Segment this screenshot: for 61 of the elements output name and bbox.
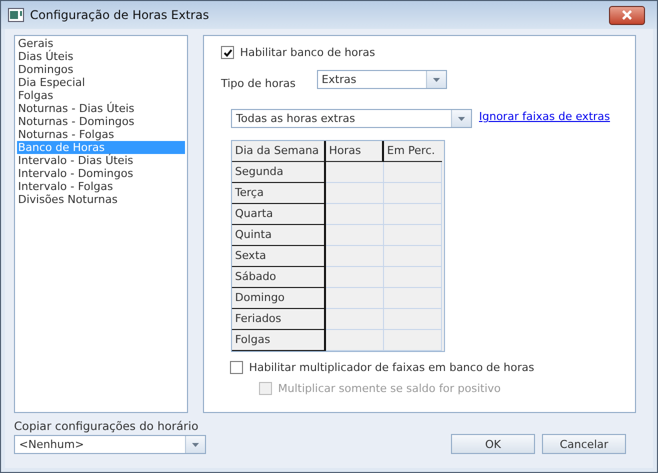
- table-cell[interactable]: [384, 225, 442, 246]
- table-cell[interactable]: [384, 162, 442, 183]
- list-item[interactable]: Intervalo - Domingos: [17, 167, 185, 180]
- row-header: Sexta: [232, 246, 326, 267]
- checkbox-label: Multiplicar somente se saldo for positivo: [278, 382, 501, 395]
- table-cell[interactable]: [384, 288, 442, 309]
- table-cell[interactable]: [326, 309, 384, 330]
- table-cell[interactable]: [326, 162, 384, 183]
- table-cell[interactable]: [326, 267, 384, 288]
- checkbox[interactable]: [221, 46, 234, 59]
- row-header: Quinta: [232, 225, 326, 246]
- table-cell[interactable]: [384, 246, 442, 267]
- dialog-button[interactable]: Cancelar: [542, 434, 626, 454]
- caret-icon: [432, 78, 440, 82]
- table-cell[interactable]: [326, 183, 384, 204]
- dropdown[interactable]: <Nenhum>: [14, 435, 206, 454]
- table-cell[interactable]: [326, 204, 384, 225]
- table-cell[interactable]: [326, 225, 384, 246]
- checkbox-label: Habilitar banco de horas: [240, 46, 376, 59]
- window-title: Configuração de Horas Extras: [30, 8, 210, 22]
- column-header: Horas: [326, 141, 384, 162]
- table-cell[interactable]: [326, 288, 384, 309]
- close-button[interactable]: [609, 6, 645, 24]
- dropdown[interactable]: Extras: [316, 70, 447, 89]
- row-header: Terça: [232, 183, 326, 204]
- table-cell[interactable]: [384, 267, 442, 288]
- row-header: Sábado: [232, 267, 326, 288]
- table-cell[interactable]: [326, 246, 384, 267]
- list-item[interactable]: Noturnas - Domingos: [17, 115, 185, 128]
- table-cell[interactable]: [384, 204, 442, 225]
- row-header: Folgas: [232, 330, 326, 351]
- list-item[interactable]: Noturnas - Dias Úteis: [17, 102, 185, 115]
- list-item[interactable]: Intervalo - Dias Úteis: [17, 154, 185, 167]
- row-header: Domingo: [232, 288, 326, 309]
- dialog-button[interactable]: OK: [451, 434, 535, 454]
- checkbox-label: Habilitar multiplicador de faixas em banco de horas: [249, 361, 534, 374]
- list-item[interactable]: Divisões Noturnas: [17, 193, 185, 206]
- list-item[interactable]: Gerais: [17, 37, 185, 50]
- column-header: Dia da Semana: [232, 141, 326, 162]
- window-icon: [8, 8, 24, 22]
- row-header: Quarta: [232, 204, 326, 225]
- close-icon: [621, 10, 633, 20]
- row-header: Segunda: [232, 162, 326, 183]
- row-header: Feriados: [232, 309, 326, 330]
- ignore-ranges-link[interactable]: Ignorar faixas de extras: [479, 110, 610, 123]
- list-item[interactable]: Intervalo - Folgas: [17, 180, 185, 193]
- caret-icon: [192, 442, 199, 446]
- dropdown[interactable]: Todas as horas extras: [231, 109, 472, 128]
- list-item[interactable]: Dia Especial: [17, 76, 185, 89]
- list-item[interactable]: Folgas: [17, 89, 185, 102]
- table-cell[interactable]: [326, 330, 384, 351]
- field-label: Tipo de horas: [221, 77, 296, 90]
- list-item[interactable]: Domingos: [17, 63, 185, 76]
- list-item[interactable]: Dias Úteis: [17, 50, 185, 63]
- table-cell[interactable]: [384, 309, 442, 330]
- caret-icon: [458, 116, 465, 120]
- field-label: Copiar configurações do horário: [14, 419, 200, 433]
- list-item[interactable]: Noturnas - Folgas: [17, 128, 185, 141]
- table-cell[interactable]: [384, 183, 442, 204]
- table-cell[interactable]: [384, 330, 442, 351]
- checkbox[interactable]: [230, 361, 243, 374]
